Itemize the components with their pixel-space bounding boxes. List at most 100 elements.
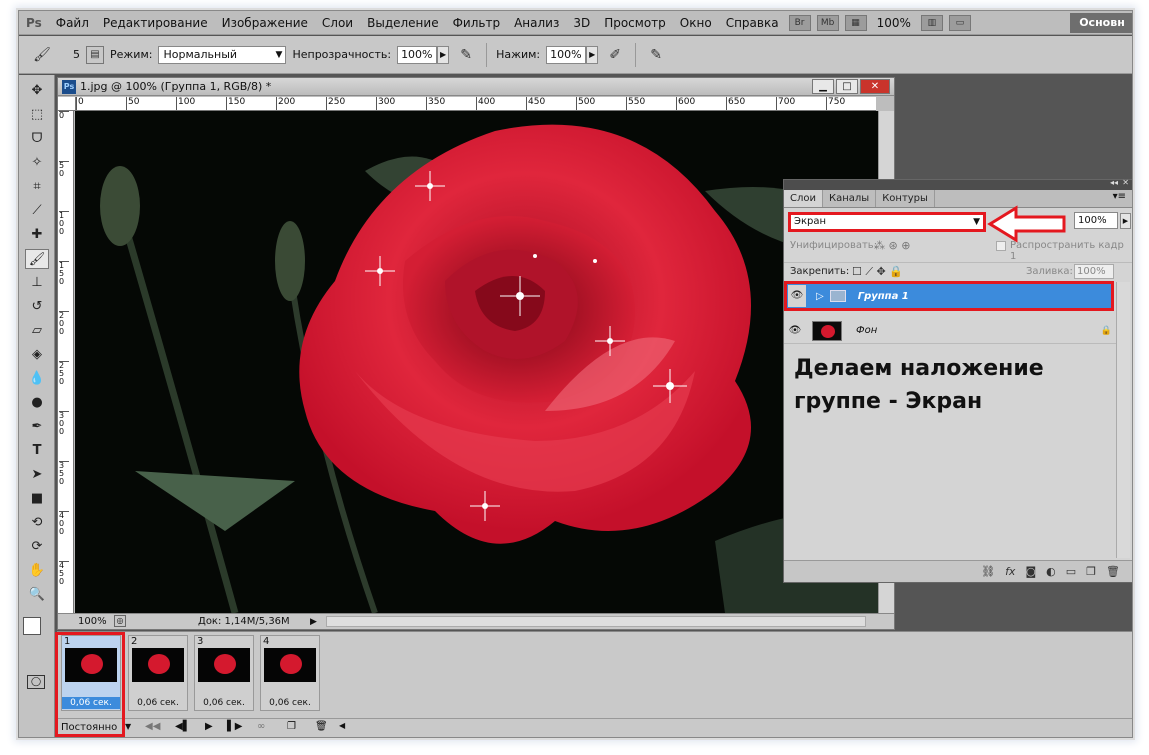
zoom-tool-icon[interactable]: 🔍 bbox=[25, 585, 49, 605]
close-icon[interactable]: ✕ bbox=[1122, 178, 1129, 187]
menu-edit[interactable]: Редактирование bbox=[96, 11, 215, 35]
pressure-size-icon[interactable]: ✎ bbox=[645, 44, 667, 66]
opacity-slider-arrow[interactable]: ▶ bbox=[1120, 213, 1131, 229]
3d-orbit-tool-icon[interactable]: ⟳ bbox=[25, 537, 49, 557]
tab-layers[interactable]: Слои bbox=[784, 190, 823, 207]
hand-tool-icon[interactable]: ✋ bbox=[25, 561, 49, 581]
maximize-icon[interactable]: □ bbox=[836, 79, 858, 94]
opacity-slider-arrow[interactable]: ▶ bbox=[437, 45, 450, 64]
ruler-origin[interactable] bbox=[58, 97, 76, 111]
blur-tool-icon[interactable]: 💧 bbox=[25, 369, 49, 389]
crop-tool-icon[interactable]: ⌗ bbox=[25, 177, 49, 197]
mask-icon[interactable]: ◙ bbox=[1025, 565, 1036, 578]
link-layers-icon[interactable]: ⛓ bbox=[981, 565, 995, 578]
menu-help[interactable]: Справка bbox=[719, 11, 786, 35]
menu-image[interactable]: Изображение bbox=[215, 11, 315, 35]
horizontal-ruler[interactable]: 0 50 100 150 200 250 300 350 400 450 500… bbox=[76, 97, 876, 111]
minimize-icon[interactable]: ▁ bbox=[812, 79, 834, 94]
foreground-color-swatch[interactable] bbox=[23, 617, 41, 635]
eye-icon[interactable]: 👁 bbox=[786, 320, 804, 342]
layer-opacity-input[interactable]: 100% bbox=[1074, 212, 1118, 229]
first-frame-icon[interactable]: ◀◀ bbox=[145, 721, 160, 732]
layer-row-background[interactable]: 👁 Фон 🔒 bbox=[784, 318, 1116, 344]
history-brush-tool-icon[interactable]: ↺ bbox=[25, 297, 49, 317]
duplicate-frame-icon[interactable]: ❐ bbox=[287, 721, 296, 732]
prev-frame-icon[interactable]: ◀▌ bbox=[175, 721, 190, 732]
paint-bucket-tool-icon[interactable]: ◈ bbox=[25, 345, 49, 365]
tab-channels[interactable]: Каналы bbox=[823, 190, 877, 207]
chevron-down-icon[interactable]: ▼ bbox=[125, 722, 131, 731]
panel-header[interactable]: ◂◂ ✕ bbox=[784, 178, 1132, 190]
menu-select[interactable]: Выделение bbox=[360, 11, 445, 35]
next-frame-icon[interactable]: ▌▶ bbox=[227, 721, 242, 732]
document-title-bar[interactable]: Ps 1.jpg @ 100% (Группа 1, RGB/8) * ▁ □ … bbox=[58, 78, 894, 96]
fx-icon[interactable]: fx bbox=[1005, 565, 1015, 578]
close-icon[interactable]: ✕ bbox=[860, 79, 890, 94]
play-icon[interactable]: ▶ bbox=[205, 721, 213, 732]
menu-analysis[interactable]: Анализ bbox=[507, 11, 566, 35]
menu-view[interactable]: Просмотр bbox=[597, 11, 673, 35]
brush-panel-icon[interactable]: ▤ bbox=[86, 45, 104, 64]
tween-icon[interactable]: ∞ bbox=[257, 721, 265, 732]
arrange-docs-icon[interactable]: ▥ bbox=[920, 14, 943, 31]
bridge-icon[interactable]: Br bbox=[788, 14, 811, 31]
airbrush-icon[interactable]: ✐ bbox=[604, 44, 626, 66]
trash-icon[interactable]: 🗑 bbox=[315, 721, 328, 732]
trash-icon[interactable]: 🗑 bbox=[1106, 565, 1120, 578]
animation-frame[interactable]: 2 0,06 сек. bbox=[128, 635, 188, 711]
vertical-ruler[interactable]: 0 50 100 150 200 250 300 350 400 450 bbox=[58, 111, 74, 613]
quick-select-tool-icon[interactable]: ✧ bbox=[25, 153, 49, 173]
new-group-icon[interactable]: ▭ bbox=[1066, 565, 1076, 578]
menu-filter[interactable]: Фильтр bbox=[446, 11, 507, 35]
type-tool-icon[interactable]: T bbox=[25, 441, 49, 461]
pen-tool-icon[interactable]: ✒ bbox=[25, 417, 49, 437]
frame-delay[interactable]: 0,06 сек. bbox=[261, 697, 319, 709]
frame-delay[interactable]: 0,06 сек. bbox=[129, 697, 187, 709]
layers-scrollbar[interactable] bbox=[1116, 282, 1130, 558]
horizontal-scrollbar[interactable] bbox=[326, 616, 866, 627]
pressure-opacity-icon[interactable]: ✎ bbox=[455, 44, 477, 66]
screen-mode-icon[interactable]: ▭ bbox=[948, 14, 971, 31]
scroll-left-icon[interactable]: ◀ bbox=[339, 721, 345, 730]
view-extras-icon[interactable]: ▦ bbox=[844, 14, 867, 31]
frame-delay[interactable]: 0,06 сек. bbox=[195, 697, 253, 709]
marquee-tool-icon[interactable]: ⬚ bbox=[25, 105, 49, 125]
shape-tool-icon[interactable]: ■ bbox=[25, 489, 49, 509]
stamp-tool-icon[interactable]: ⊥ bbox=[25, 273, 49, 293]
adjustment-layer-icon[interactable]: ◐ bbox=[1046, 565, 1056, 578]
flow-input[interactable]: 100% bbox=[546, 45, 587, 64]
animation-frame[interactable]: 4 0,06 сек. bbox=[260, 635, 320, 711]
opacity-input[interactable]: 100% bbox=[397, 45, 438, 64]
lasso-tool-icon[interactable]: ᗜ bbox=[25, 129, 49, 149]
lock-icons[interactable]: ☐ ⟋ ✥ 🔒 bbox=[852, 265, 903, 279]
path-select-tool-icon[interactable]: ➤ bbox=[25, 465, 49, 485]
fill-input[interactable]: 100% bbox=[1074, 264, 1114, 279]
unify-icons[interactable]: ⁂ ⊛ ⊕ bbox=[874, 239, 910, 252]
collapse-icon[interactable]: ◂◂ bbox=[1110, 178, 1118, 187]
menu-3d[interactable]: 3D bbox=[566, 11, 597, 35]
status-zoom[interactable]: 100% bbox=[78, 614, 107, 629]
mode-select[interactable]: Нормальный ▼ bbox=[158, 45, 287, 64]
zoom-level[interactable]: 100% bbox=[870, 11, 918, 35]
menu-window[interactable]: Окно bbox=[673, 11, 719, 35]
new-layer-icon[interactable]: ❐ bbox=[1086, 565, 1096, 578]
brush-size[interactable]: 5 bbox=[73, 48, 80, 61]
brush-tool-icon[interactable]: 🖌 bbox=[25, 249, 49, 269]
eraser-tool-icon[interactable]: ▱ bbox=[25, 321, 49, 341]
3d-rotate-tool-icon[interactable]: ⟲ bbox=[25, 513, 49, 533]
brush-preset-icon[interactable]: 🖌 bbox=[31, 44, 53, 66]
image-canvas[interactable] bbox=[75, 111, 878, 613]
status-icon[interactable]: ◎ bbox=[114, 615, 126, 627]
tab-paths[interactable]: Контуры bbox=[876, 190, 935, 207]
dodge-tool-icon[interactable]: ● bbox=[25, 393, 49, 413]
minibridge-icon[interactable]: Mb bbox=[816, 14, 839, 31]
flow-slider-arrow[interactable]: ▶ bbox=[586, 45, 599, 64]
move-tool-icon[interactable]: ✥ bbox=[25, 81, 49, 101]
status-menu-arrow[interactable]: ▶ bbox=[310, 615, 317, 630]
menu-file[interactable]: Файл bbox=[49, 11, 96, 35]
workspace-button[interactable]: Основн bbox=[1070, 13, 1132, 33]
eyedropper-tool-icon[interactable]: ⟋ bbox=[25, 201, 49, 221]
healing-brush-tool-icon[interactable]: ✚ bbox=[25, 225, 49, 245]
quick-mask-icon[interactable]: ◯ bbox=[27, 675, 45, 689]
panel-menu-icon[interactable]: ▾≡ bbox=[1113, 191, 1126, 202]
